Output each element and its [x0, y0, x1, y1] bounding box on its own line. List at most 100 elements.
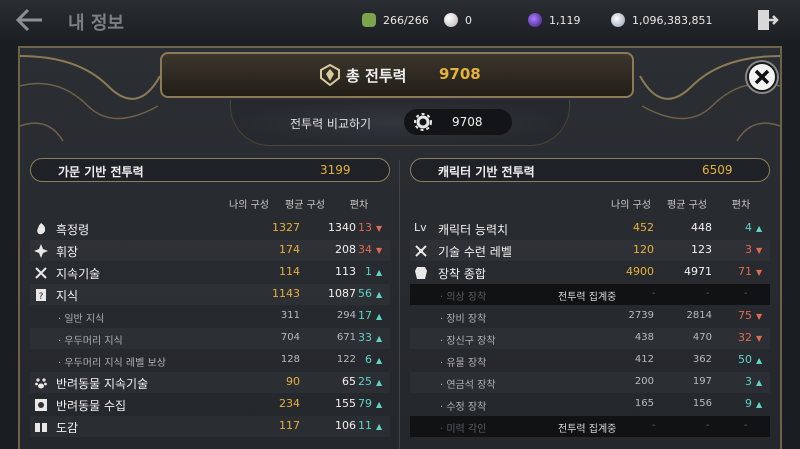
row-label: 반려동물 지속기술: [56, 377, 149, 391]
diff-value: 4: [745, 221, 752, 234]
my-value: 2739: [628, 310, 654, 321]
row-label: 휘장: [56, 245, 79, 259]
arrow-down-icon: ▼: [756, 334, 763, 343]
family-row[interactable]: ? 지식 1143 1087 56 ▲: [30, 284, 390, 305]
arrow-up-icon: ▲: [376, 312, 383, 321]
arrow-down-icon: ▼: [756, 246, 763, 255]
combat-power-icon: [320, 63, 340, 87]
arrow-up-icon: ▲: [376, 290, 383, 299]
arrow-down-icon: ▼: [376, 246, 383, 255]
avg-value: 362: [692, 354, 712, 365]
family-row[interactable]: · 우두머리 지식 704 671 33 ▲: [30, 328, 390, 349]
lv-icon: Lv: [414, 221, 427, 234]
empty-value: -: [652, 420, 656, 431]
pearl-icon: [444, 13, 458, 27]
my-value: 114: [279, 265, 300, 278]
character-row[interactable]: Lv 캐릭터 능력치 452 448 4 ▲: [410, 218, 770, 239]
row-label: · 우두머리 지식 레벨 보상: [58, 358, 166, 369]
character-row[interactable]: 장착 종합 4900 4971 71 ▼: [410, 262, 770, 283]
crossed-tools-icon: [34, 265, 48, 279]
diff-value: 33: [358, 331, 372, 344]
row-label: · 장비 장착: [440, 314, 487, 325]
row-label: · 미력 각인: [440, 424, 487, 435]
avg-value: 470: [692, 332, 712, 343]
row-label: · 장신구 장착: [440, 336, 496, 347]
family-row[interactable]: · 우두머리 지식 레벨 보상 128 122 6 ▲: [30, 350, 390, 371]
diff-value: 32: [738, 331, 752, 344]
avg-value: 2814: [686, 310, 712, 321]
stamina-resource: 266/266: [362, 10, 429, 30]
character-row[interactable]: · 유물 장착 412 362 50 ▲: [410, 350, 770, 371]
back-arrow-icon[interactable]: [14, 7, 46, 33]
my-value: 174: [279, 243, 300, 256]
character-row[interactable]: 기술 수련 레벨 120 123 3 ▼: [410, 240, 770, 261]
my-value: 412: [634, 354, 654, 365]
crystal-value: 1,119: [549, 13, 581, 27]
my-value: 311: [280, 310, 300, 321]
character-row[interactable]: · 장신구 장착 438 470 32 ▼: [410, 328, 770, 349]
avg-value: 448: [691, 221, 712, 234]
arrow-up-icon: ▲: [376, 422, 383, 431]
row-label: 흑정령: [56, 223, 90, 237]
stamina-value: 266/266: [383, 13, 429, 27]
close-icon: [754, 69, 770, 85]
diff-value: 17: [358, 309, 372, 322]
family-col-mine: 나의 구성: [229, 200, 269, 211]
crystal-resource: 1,119: [528, 10, 581, 30]
crest-icon: [34, 243, 48, 258]
row-label: 반려동물 수집: [56, 399, 127, 413]
gear-icon: [414, 113, 432, 131]
avg-value: 123: [691, 243, 712, 256]
my-value: 4900: [626, 265, 654, 278]
character-row[interactable]: · 미력 각인 전투력 집계중 - - -: [410, 416, 770, 437]
diff-value: 25: [358, 375, 372, 388]
my-value: 90: [286, 375, 300, 388]
diff-value: 11: [358, 419, 372, 432]
arrow-up-icon: ▲: [756, 356, 763, 365]
character-row[interactable]: · 의상 장착 전투력 집계중 - - -: [410, 284, 770, 305]
empty-value: -: [706, 420, 710, 431]
paw-icon: [34, 375, 48, 389]
family-col-diff: 편차: [349, 200, 369, 211]
exit-door-icon[interactable]: [755, 8, 779, 32]
silver-resource: 1,096,383,851: [611, 10, 712, 30]
arrow-down-icon: ▼: [376, 224, 383, 233]
diff-value: 50: [738, 353, 752, 366]
family-row[interactable]: 도감 117 106 11 ▲: [30, 416, 390, 437]
character-row[interactable]: · 연금석 장착 200 197 3 ▲: [410, 372, 770, 393]
row-label: 기술 수련 레벨: [438, 245, 512, 259]
family-row[interactable]: 반려동물 지속기술 90 65 25 ▲: [30, 372, 390, 393]
svg-text:?: ?: [39, 292, 44, 302]
top-bar: 내 정보 266/266 0 1,119 1,096,383,851: [0, 0, 800, 40]
aggregating-note: 전투력 집계중: [558, 292, 617, 303]
empty-value: -: [744, 288, 748, 299]
character-col-avg: 평균 구성: [667, 200, 707, 211]
family-row[interactable]: 흑정령 1327 1340 13 ▼: [30, 218, 390, 239]
diff-value: 75: [738, 309, 752, 322]
arrow-down-icon: ▼: [756, 312, 763, 321]
family-row[interactable]: 반려동물 수집 234 155 79 ▲: [30, 394, 390, 415]
total-combat-label: 총 전투력: [346, 67, 407, 85]
black-spirit-icon: [34, 221, 48, 235]
close-button[interactable]: [747, 62, 777, 92]
avg-value: 156: [692, 398, 712, 409]
arrow-up-icon: ▲: [756, 400, 763, 409]
my-value: 117: [279, 419, 300, 432]
arrow-up-icon: ▲: [376, 400, 383, 409]
character-row[interactable]: · 수정 장착 165 156 9 ▲: [410, 394, 770, 415]
diff-value: 3: [745, 375, 752, 388]
page-title: 내 정보: [68, 13, 124, 34]
diff-value: 13: [358, 221, 372, 234]
family-row[interactable]: 지속기술 114 113 1 ▲: [30, 262, 390, 283]
character-section-title: 캐릭터 기반 전투력: [438, 165, 535, 179]
book-icon: ?: [34, 287, 48, 302]
family-row[interactable]: · 일반 지식 311 294 17 ▲: [30, 306, 390, 327]
arrow-up-icon: ▲: [376, 356, 383, 365]
family-row[interactable]: 휘장 174 208 34 ▼: [30, 240, 390, 261]
crystal-icon: [528, 13, 542, 27]
my-value: 452: [633, 221, 654, 234]
character-col-mine: 나의 구성: [611, 200, 651, 211]
my-value: 165: [634, 398, 654, 409]
character-row[interactable]: · 장비 장착 2739 2814 75 ▼: [410, 306, 770, 327]
diff-value: 71: [738, 265, 752, 278]
